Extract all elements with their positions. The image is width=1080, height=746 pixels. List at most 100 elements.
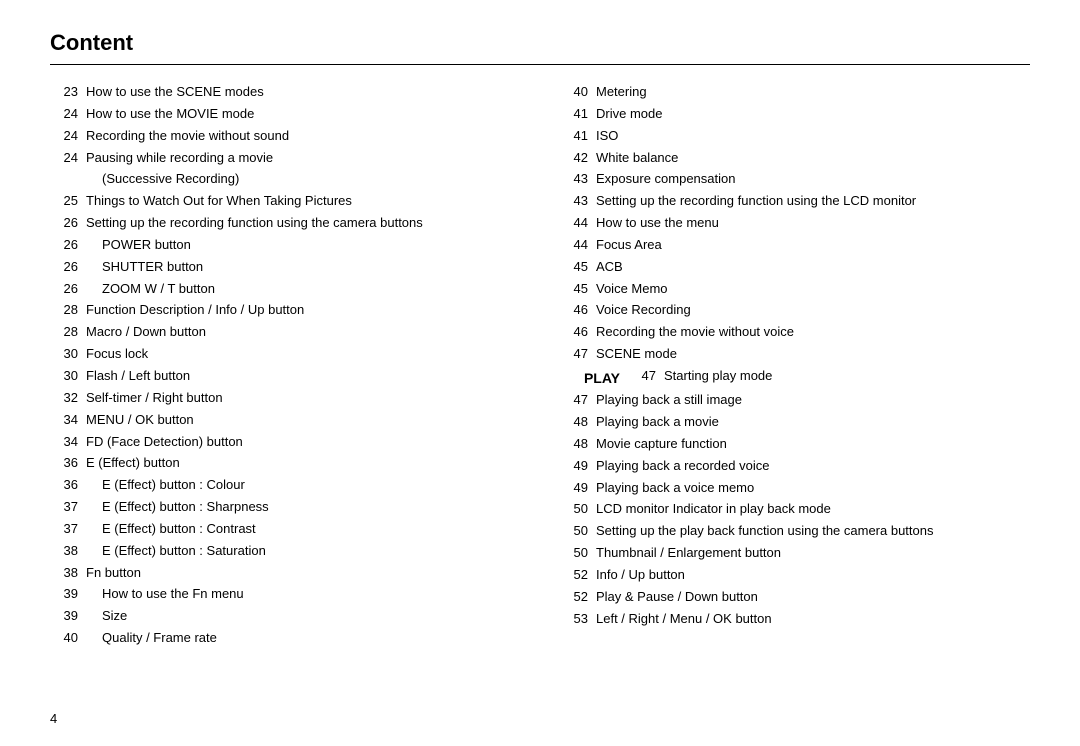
list-item: 43Exposure compensation xyxy=(560,170,1030,189)
list-item: 44 How to use the menu xyxy=(560,214,1030,233)
left-column: 23How to use the SCENE modes24How to use… xyxy=(50,83,520,651)
item-number: 53 xyxy=(560,610,588,629)
item-number: 50 xyxy=(560,544,588,563)
list-item: 53 Left / Right / Menu / OK button xyxy=(560,610,1030,629)
title-divider xyxy=(50,64,1030,65)
item-label: White balance xyxy=(596,149,1030,168)
item-number: 47 xyxy=(560,391,588,410)
list-item: 48Movie capture function xyxy=(560,435,1030,454)
list-item: 44Focus Area xyxy=(560,236,1030,255)
item-label: Focus lock xyxy=(86,345,520,364)
item-number: 50 xyxy=(560,522,588,541)
list-item: 28Macro / Down button xyxy=(50,323,520,342)
item-label: Left / Right / Menu / OK button xyxy=(596,610,1030,629)
list-item: 30 Focus lock xyxy=(50,345,520,364)
list-item: 43Setting up the recording function usin… xyxy=(560,192,1030,211)
item-number: 26 xyxy=(50,214,78,233)
item-number: 36 xyxy=(50,476,78,495)
item-number: 41 xyxy=(560,127,588,146)
item-label: Self-timer / Right button xyxy=(86,389,520,408)
item-number: 50 xyxy=(560,500,588,519)
list-item: 37 E (Effect) button : Contrast xyxy=(50,520,520,539)
item-label: Recording the movie without sound xyxy=(86,127,520,146)
item-label: E (Effect) button : Contrast xyxy=(86,520,520,539)
item-label: Playing back a recorded voice xyxy=(596,457,1030,476)
item-number: 48 xyxy=(560,435,588,454)
list-item: 50Setting up the play back function usin… xyxy=(560,522,1030,541)
list-item: 40Metering xyxy=(560,83,1030,102)
item-number: 49 xyxy=(560,457,588,476)
item-label: SHUTTER button xyxy=(86,258,520,277)
item-number: 44 xyxy=(560,236,588,255)
item-number: 23 xyxy=(50,83,78,102)
item-number xyxy=(50,170,78,189)
item-label: MENU / OK button xyxy=(86,411,520,430)
item-number: 45 xyxy=(560,258,588,277)
item-label: Voice Memo xyxy=(596,280,1030,299)
item-label: ISO xyxy=(596,127,1030,146)
item-number: 48 xyxy=(560,413,588,432)
list-item: 46Recording the movie without voice xyxy=(560,323,1030,342)
list-item: 24How to use the MOVIE mode xyxy=(50,105,520,124)
list-item: 24Pausing while recording a movie xyxy=(50,149,520,168)
item-label: SCENE mode xyxy=(596,345,1030,364)
item-number: 40 xyxy=(50,629,78,648)
list-item: 36 E (Effect) button xyxy=(50,454,520,473)
list-item: 24Recording the movie without sound xyxy=(50,127,520,146)
list-item: 28Function Description / Info / Up butto… xyxy=(50,301,520,320)
item-label: Starting play mode xyxy=(664,367,1030,388)
item-number: 37 xyxy=(50,520,78,539)
item-label: How to use the menu xyxy=(596,214,1030,233)
list-item: 26SHUTTER button xyxy=(50,258,520,277)
list-item: 50 LCD monitor Indicator in play back mod… xyxy=(560,500,1030,519)
item-number: 30 xyxy=(50,367,78,386)
item-number: 49 xyxy=(560,479,588,498)
item-number: 37 xyxy=(50,498,78,517)
item-label: ACB xyxy=(596,258,1030,277)
item-number: 52 xyxy=(560,588,588,607)
item-number: 30 xyxy=(50,345,78,364)
item-number: 45 xyxy=(560,280,588,299)
item-label: E (Effect) button : Colour xyxy=(86,476,520,495)
page-title: Content xyxy=(50,30,1030,56)
item-number: 26 xyxy=(50,236,78,255)
item-number: 43 xyxy=(560,170,588,189)
item-number: 42 xyxy=(560,149,588,168)
item-label: Recording the movie without voice xyxy=(596,323,1030,342)
item-number: 32 xyxy=(50,389,78,408)
item-label: Setting up the recording function using … xyxy=(596,192,1030,211)
list-item: PLAY 47 Starting play mode xyxy=(560,367,1030,388)
item-label: E (Effect) button xyxy=(86,454,520,473)
item-number: 47 xyxy=(628,367,656,388)
list-item: 47SCENE mode xyxy=(560,345,1030,364)
item-number: 44 xyxy=(560,214,588,233)
item-label: Function Description / Info / Up button xyxy=(86,301,520,320)
list-item: 25Things to Watch Out for When Taking Pi… xyxy=(50,192,520,211)
item-number: 46 xyxy=(560,301,588,320)
item-label: Playing back a movie xyxy=(596,413,1030,432)
item-label: Drive mode xyxy=(596,105,1030,124)
item-label: How to use the MOVIE mode xyxy=(86,105,520,124)
item-label: E (Effect) button : Sharpness xyxy=(86,498,520,517)
list-item: 26ZOOM W / T button xyxy=(50,280,520,299)
list-item: 45 ACB xyxy=(560,258,1030,277)
play-label: PLAY xyxy=(560,367,620,388)
list-item: 49 Playing back a recorded voice xyxy=(560,457,1030,476)
list-item: 26POWER button xyxy=(50,236,520,255)
list-item: 52 Play & Pause / Down button xyxy=(560,588,1030,607)
list-item: 41 ISO xyxy=(560,127,1030,146)
item-number: 28 xyxy=(50,323,78,342)
list-item: 38E (Effect) button : Saturation xyxy=(50,542,520,561)
list-item: 38Fn button xyxy=(50,564,520,583)
list-item: (Successive Recording) xyxy=(50,170,520,189)
item-label: Play & Pause / Down button xyxy=(596,588,1030,607)
list-item: 39How to use the Fn menu xyxy=(50,585,520,604)
item-label: E (Effect) button : Saturation xyxy=(86,542,520,561)
list-item: 41Drive mode xyxy=(560,105,1030,124)
item-label: LCD monitor Indicator in play back mode xyxy=(596,500,1030,519)
list-item: 49Playing back a voice memo xyxy=(560,479,1030,498)
item-number: 25 xyxy=(50,192,78,211)
list-item: 36 E (Effect) button : Colour xyxy=(50,476,520,495)
item-number: 36 xyxy=(50,454,78,473)
item-label: Quality / Frame rate xyxy=(86,629,520,648)
